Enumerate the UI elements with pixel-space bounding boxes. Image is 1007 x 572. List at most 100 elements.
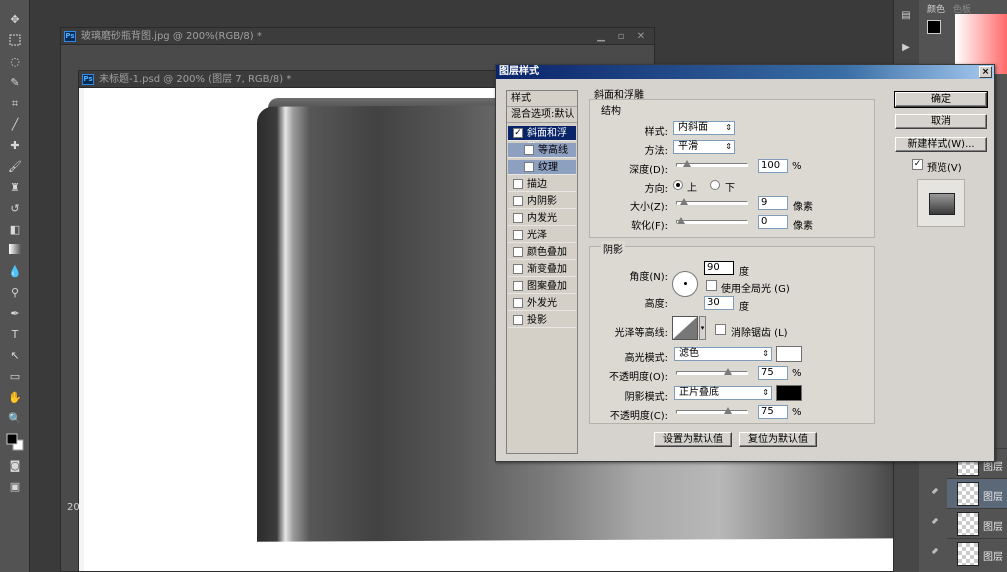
dodge-tool-icon[interactable]: ⚲ bbox=[6, 285, 24, 301]
technique-select[interactable]: 平滑 ⇕ bbox=[673, 140, 735, 154]
style-item-label: 内阴影 bbox=[527, 196, 557, 207]
style-item[interactable]: 内发光 bbox=[508, 211, 576, 226]
style-item-checkbox[interactable] bbox=[513, 230, 523, 240]
shadow-color-swatch[interactable] bbox=[776, 385, 802, 401]
global-light-checkbox[interactable] bbox=[706, 280, 717, 291]
layer-row-selected[interactable]: 图层 bbox=[931, 478, 1007, 508]
zoom-tool-icon[interactable]: 🔍 bbox=[6, 411, 24, 427]
soften-input[interactable]: 0 bbox=[758, 215, 788, 229]
size-input[interactable]: 9 bbox=[758, 196, 788, 210]
style-item[interactable]: 颜色叠加 bbox=[508, 245, 576, 260]
depth-slider[interactable] bbox=[676, 160, 748, 167]
direction-down-radio[interactable] bbox=[710, 180, 720, 190]
style-item[interactable]: 渐变叠加 bbox=[508, 262, 576, 277]
quick-mask-icon[interactable]: ◙ bbox=[6, 458, 24, 474]
actions-panel-icon[interactable]: ▶ bbox=[897, 42, 915, 56]
soften-slider-thumb[interactable] bbox=[677, 217, 685, 224]
soften-slider[interactable] bbox=[676, 217, 748, 224]
style-item[interactable]: 内阴影 bbox=[508, 194, 576, 209]
preview-checkbox[interactable]: ✓ bbox=[912, 159, 923, 170]
style-item-checkbox[interactable] bbox=[513, 213, 523, 223]
move-tool-icon[interactable]: ✥ bbox=[6, 12, 24, 28]
shadow-mode-select[interactable]: 正片叠底 ⇕ bbox=[674, 386, 772, 400]
highlight-opacity-unit: % bbox=[792, 368, 802, 379]
close-icon[interactable]: × bbox=[979, 66, 992, 78]
healing-tool-icon[interactable]: ✚ bbox=[6, 138, 24, 154]
maximize-icon[interactable]: ▫ bbox=[614, 28, 628, 45]
layer-row[interactable]: 图层 bbox=[931, 508, 1007, 538]
size-slider[interactable] bbox=[676, 198, 748, 205]
quick-select-tool-icon[interactable]: ✎ bbox=[6, 75, 24, 91]
history-panel-icon[interactable]: ▤ bbox=[897, 10, 915, 24]
blend-options-item[interactable]: 混合选项:默认 bbox=[507, 107, 577, 123]
gradient-tool-icon[interactable] bbox=[6, 243, 24, 259]
anti-aliased-checkbox[interactable] bbox=[715, 324, 726, 335]
style-item[interactable]: 外发光 bbox=[508, 296, 576, 311]
style-item-checkbox[interactable] bbox=[513, 247, 523, 257]
stamp-tool-icon[interactable]: ♜ bbox=[6, 180, 24, 196]
styles-header[interactable]: 样式 bbox=[507, 91, 577, 107]
eraser-tool-icon[interactable]: ◧ bbox=[6, 222, 24, 238]
minimize-icon[interactable]: ▁ bbox=[594, 28, 608, 45]
shadow-opacity-slider[interactable] bbox=[676, 407, 748, 414]
color-swatches-icon[interactable] bbox=[6, 432, 24, 451]
cancel-button[interactable]: 取消 bbox=[895, 114, 987, 129]
size-slider-thumb[interactable] bbox=[680, 198, 689, 205]
highlight-color-swatch[interactable] bbox=[776, 346, 802, 362]
dialog-title-bar[interactable]: 图层样式 × bbox=[496, 65, 994, 79]
style-select[interactable]: 内斜面 ⇕ bbox=[673, 121, 735, 135]
style-item[interactable]: 描边 bbox=[508, 177, 576, 192]
style-item-checkbox[interactable] bbox=[513, 196, 523, 206]
depth-slider-thumb[interactable] bbox=[683, 160, 692, 167]
style-item[interactable]: 纹理 bbox=[508, 160, 576, 175]
style-item-checkbox[interactable] bbox=[513, 298, 523, 308]
shape-tool-icon[interactable]: ▭ bbox=[6, 369, 24, 385]
history-brush-tool-icon[interactable]: ↺ bbox=[6, 201, 24, 217]
style-item-checkbox[interactable] bbox=[513, 179, 523, 189]
depth-input[interactable]: 100 bbox=[758, 159, 788, 173]
shadow-opacity-input[interactable]: 75 bbox=[758, 405, 788, 419]
crop-tool-icon[interactable]: ⌗ bbox=[6, 96, 24, 112]
style-item-checkbox[interactable] bbox=[513, 281, 523, 291]
angle-input[interactable]: 90 bbox=[704, 261, 734, 275]
highlight-opacity-input[interactable]: 75 bbox=[758, 366, 788, 380]
ok-button[interactable]: 确定 bbox=[894, 91, 988, 108]
style-item[interactable]: 投影 bbox=[508, 313, 576, 328]
style-item-checkbox[interactable] bbox=[524, 145, 534, 155]
hand-tool-icon[interactable]: ✋ bbox=[6, 390, 24, 406]
type-tool-icon[interactable]: T bbox=[6, 327, 24, 343]
blur-tool-icon[interactable]: 💧 bbox=[6, 264, 24, 280]
path-select-tool-icon[interactable]: ↖ bbox=[6, 348, 24, 364]
style-item[interactable]: 等高线 bbox=[508, 143, 576, 158]
direction-up-radio[interactable] bbox=[673, 180, 683, 190]
style-item-checkbox[interactable] bbox=[524, 162, 534, 172]
eyedropper-tool-icon[interactable]: ╱ bbox=[6, 117, 24, 133]
contour-dropdown-icon[interactable]: ▾ bbox=[699, 316, 706, 340]
highlight-opacity-slider[interactable] bbox=[676, 368, 748, 375]
tab-color[interactable]: 颜色 bbox=[927, 2, 945, 15]
reset-default-button[interactable]: 复位为默认值 bbox=[739, 432, 817, 447]
angle-dial[interactable] bbox=[672, 271, 698, 297]
pen-tool-icon[interactable]: ✒ bbox=[6, 306, 24, 322]
close-icon[interactable]: ✕ bbox=[634, 28, 648, 45]
style-item[interactable]: 图案叠加 bbox=[508, 279, 576, 294]
highlight-mode-select[interactable]: 滤色 ⇕ bbox=[674, 347, 772, 361]
marquee-tool-icon[interactable] bbox=[6, 33, 24, 49]
lasso-tool-icon[interactable]: ◌ bbox=[6, 54, 24, 70]
shadow-opacity-thumb[interactable] bbox=[723, 407, 732, 414]
highlight-opacity-thumb[interactable] bbox=[723, 368, 732, 375]
style-item-checkbox[interactable] bbox=[513, 315, 523, 325]
style-item[interactable]: 光泽 bbox=[508, 228, 576, 243]
document-tab-back[interactable]: Ps 玻璃磨砂瓶背图.jpg @ 200%(RGB/8) * ▁ ▫ ✕ bbox=[61, 28, 654, 45]
altitude-input[interactable]: 30 bbox=[704, 296, 734, 310]
screen-mode-icon[interactable]: ▣ bbox=[6, 479, 24, 495]
brush-tool-icon[interactable]: 🖌 bbox=[6, 159, 24, 175]
style-item-checkbox[interactable] bbox=[513, 264, 523, 274]
layer-row[interactable]: 图层 bbox=[931, 538, 1007, 568]
style-item-checkbox[interactable]: ✓ bbox=[513, 128, 523, 138]
foreground-color-chip[interactable] bbox=[927, 20, 941, 34]
new-style-button[interactable]: 新建样式(W)... bbox=[895, 137, 987, 152]
gloss-contour-picker[interactable] bbox=[672, 316, 698, 340]
make-default-button[interactable]: 设置为默认值 bbox=[654, 432, 732, 447]
style-item[interactable]: ✓斜面和浮雕 bbox=[508, 126, 576, 154]
